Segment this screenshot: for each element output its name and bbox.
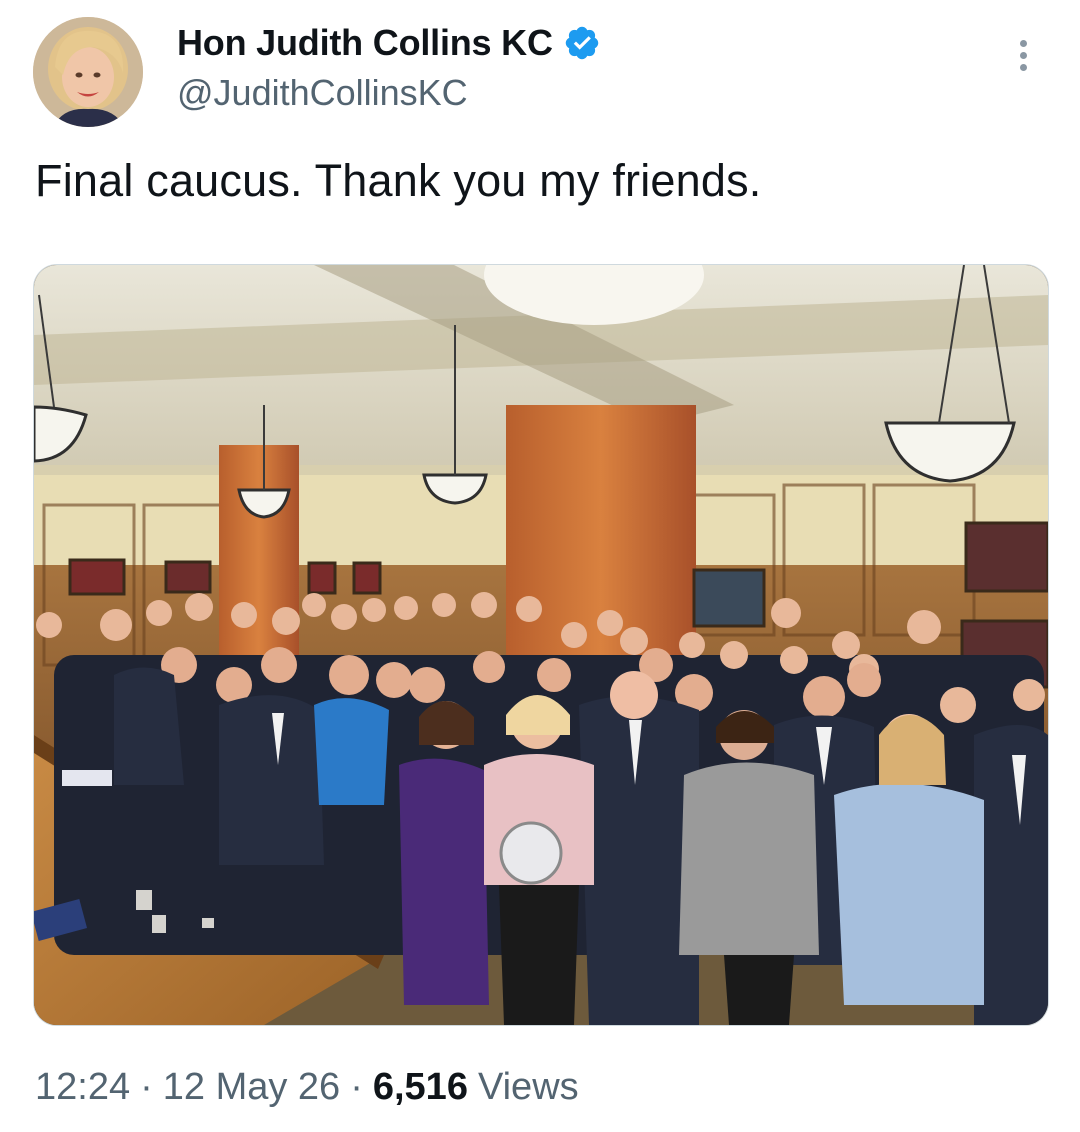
tweet-photo[interactable] — [33, 264, 1049, 1026]
author-name-row[interactable]: Hon Judith Collins KC — [177, 22, 601, 64]
avatar-image — [33, 17, 143, 127]
views-label: Views — [477, 1066, 579, 1108]
more-vertical-icon[interactable] — [1012, 40, 1034, 80]
verified-badge-icon — [565, 26, 599, 60]
meta-separator: · — [140, 1066, 153, 1108]
tweet: Hon Judith Collins KC @JudithCollinsKC F… — [0, 0, 1080, 1132]
tweet-date[interactable]: 12 May 26 — [163, 1066, 340, 1109]
avatar[interactable] — [33, 17, 143, 127]
views-count: 6,516 — [372, 1066, 468, 1108]
group-photo-image — [34, 265, 1048, 1025]
meta-separator: · — [350, 1066, 363, 1108]
author-handle[interactable]: @JudithCollinsKC — [177, 72, 468, 114]
tweet-time[interactable]: 12:24 — [35, 1066, 130, 1109]
tweet-text: Final caucus. Thank you my friends. — [35, 155, 762, 206]
tweet-meta: 12:24 · 12 May 26 · 6,516 Views — [35, 1066, 579, 1109]
author-display-name[interactable]: Hon Judith Collins KC — [177, 22, 553, 64]
